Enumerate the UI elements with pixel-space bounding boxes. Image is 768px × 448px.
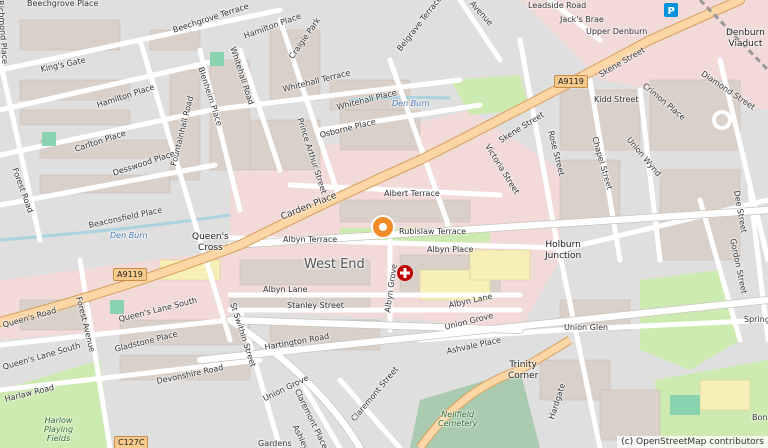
street-albyn-terrace: Albyn Terrace xyxy=(283,235,338,244)
parking-icon[interactable]: P xyxy=(664,3,678,17)
street-union-glen: Union Glen xyxy=(564,323,609,332)
route-shield-a9119-east: A9119 xyxy=(554,75,588,88)
street-upper-denburn: Upper Denburn xyxy=(586,27,648,36)
street-kidd-street: Kidd Street xyxy=(594,95,639,104)
map-attribution[interactable]: (c) OpenStreetMap contributors xyxy=(617,436,768,448)
area-denburn-viaduct: Denburn Viaduct xyxy=(726,28,765,49)
street-beechgrove-place: Beechgrove Place xyxy=(27,0,99,8)
street-albert-terrace: Albert Terrace xyxy=(384,189,440,198)
route-shield-a9119-west: A9119 xyxy=(113,268,147,281)
area-queens-cross: Queen's Cross xyxy=(192,232,229,253)
place-name-west-end: West End xyxy=(304,257,365,272)
street-albyn-lane-west: Albyn Lane xyxy=(263,285,308,294)
street-jacks-brae: Jack's Brae xyxy=(560,15,604,24)
street-springbank: Spring xyxy=(744,315,768,324)
area-holburn-junction: Holburn Junction xyxy=(545,240,582,261)
green-harlow-playing-fields: Harlow Playing Fields xyxy=(44,416,74,443)
area-trinity-corner: Trinity Corner xyxy=(508,360,539,381)
svg-text:P: P xyxy=(668,6,675,17)
map-canvas[interactable]: P West End Queen's Cross Holburn Junction … xyxy=(0,0,768,448)
street-rubislaw-terrace: Rubislaw Terrace xyxy=(399,227,467,236)
route-shield-c127c: C127C xyxy=(114,436,149,448)
street-albyn-place: Albyn Place xyxy=(427,245,474,254)
street-leadside-road: Leadside Road xyxy=(528,1,587,10)
waterway-den-burn-east: Den Burn xyxy=(392,99,430,108)
viewpoint-icon[interactable] xyxy=(370,214,396,240)
street-stanley-street: Stanley Street xyxy=(287,301,344,310)
street-bon-accord: Bon xyxy=(752,413,768,422)
green-nellfield-cemetery: Nellfield Cemetery xyxy=(438,410,478,428)
hospital-icon[interactable] xyxy=(396,264,414,282)
street-gardens: Gardens xyxy=(258,439,292,448)
waterway-den-burn-west: Den Burn xyxy=(110,231,148,240)
